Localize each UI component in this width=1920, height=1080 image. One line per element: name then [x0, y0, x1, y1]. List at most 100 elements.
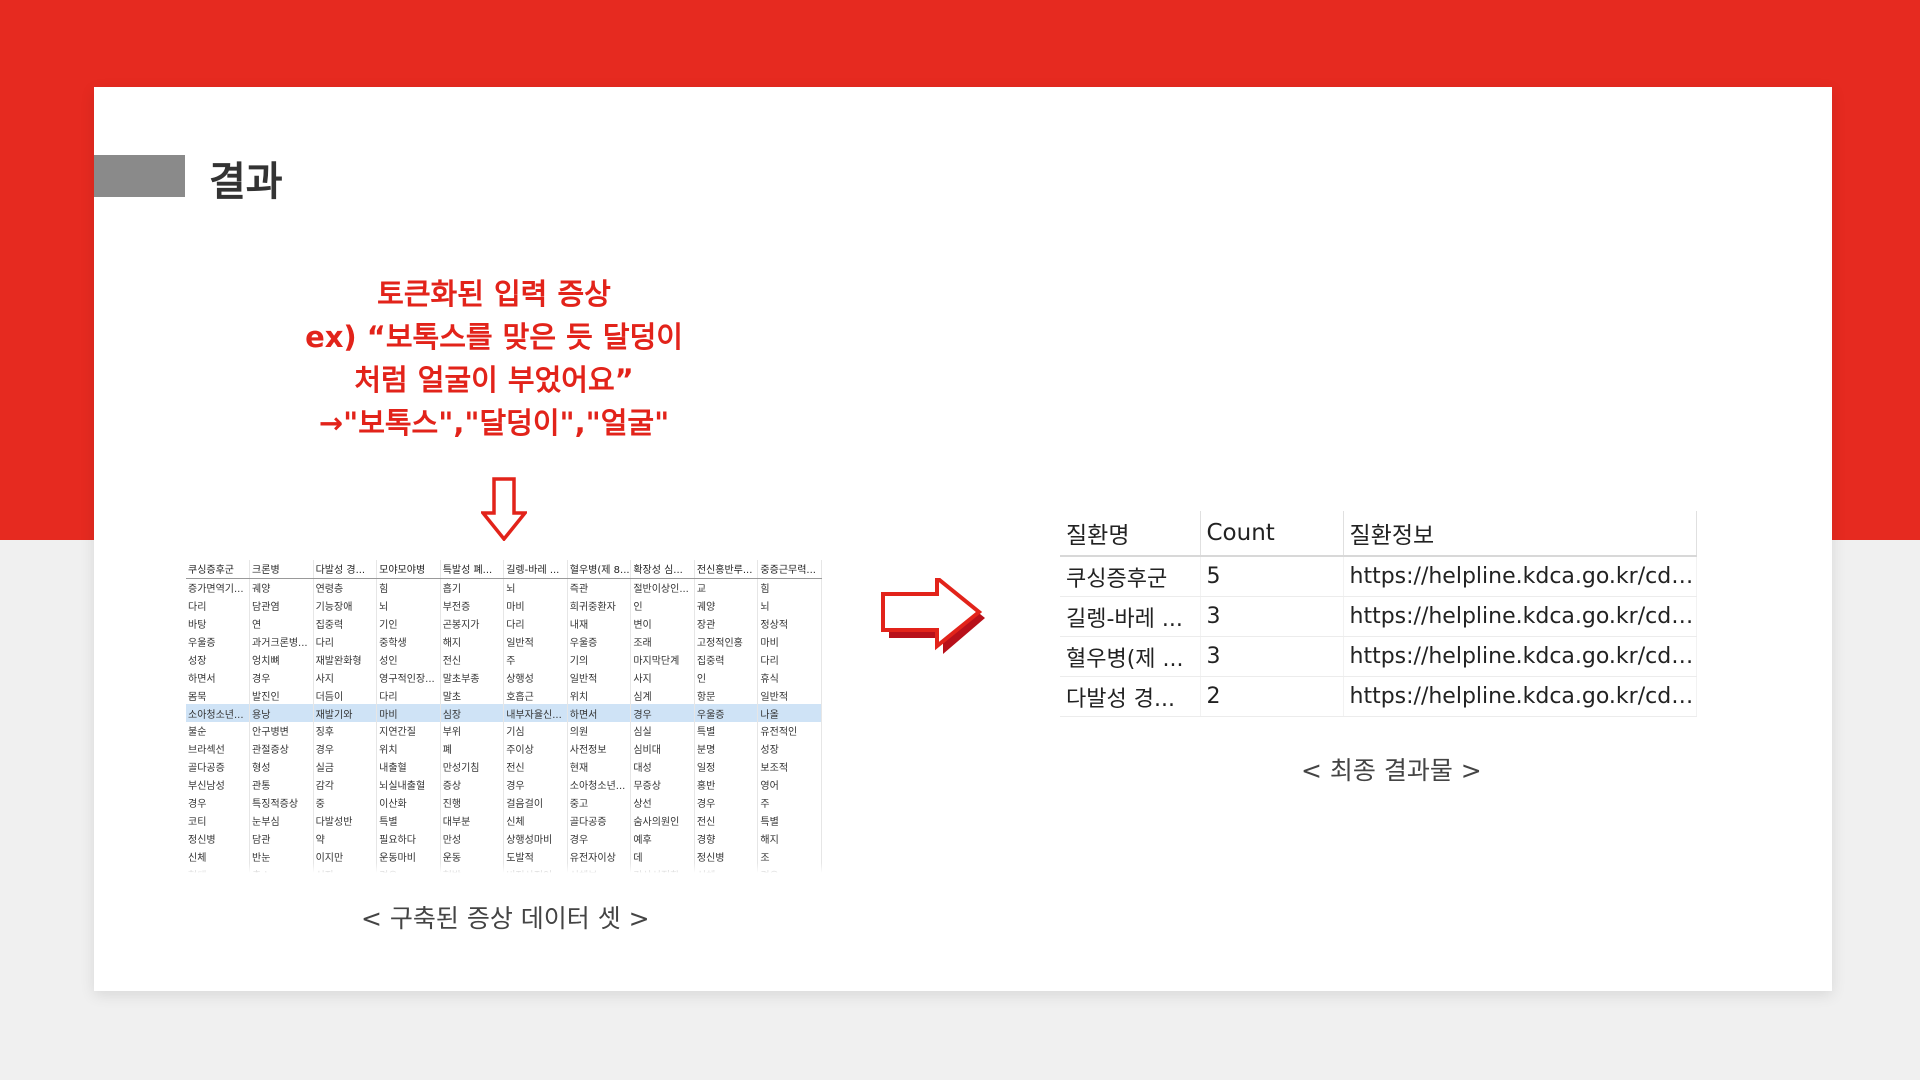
dataset-cell: 유전적인 [757, 722, 822, 740]
dataset-cell: 홍반 [694, 775, 759, 794]
dataset-cell: 과거크론병... [249, 632, 314, 651]
dataset-cell: 경향 [694, 829, 759, 848]
dataset-cell: 전신 [694, 811, 759, 830]
dataset-cell: 위치 [567, 686, 632, 705]
dataset-cell: 심계 [630, 686, 695, 705]
dataset-cell: 부신남성 [186, 775, 251, 794]
dataset-cell: 힘 [376, 578, 441, 597]
dataset-cell: 뇌 [503, 578, 568, 597]
dataset-cell: 바탕 [186, 614, 251, 633]
dataset-cell: 중 [313, 793, 378, 812]
dataset-cell: 마지막단계 [630, 650, 695, 669]
dataset-cell: 특별 [376, 811, 441, 830]
slide-card: 결과 토큰화된 입력 증상 ex) “보톡스를 맞은 듯 달덩이 처럼 얼굴이 … [94, 87, 1832, 991]
dataset-cell: 뇌 [757, 596, 822, 615]
dataset-cell: 보조적 [757, 757, 822, 776]
dataset-cell: 관절증상 [249, 739, 314, 758]
dataset-cell: 대성 [630, 757, 695, 776]
dataset-cell: 대부분 [440, 811, 505, 830]
dataset-row: 부신남성 관통 감각 뇌실내출혈 증상 경우 소아청소년... 무증상 홍반 영어 [186, 775, 822, 794]
dataset-cell: 현재 [567, 757, 632, 776]
dataset-fade [186, 863, 822, 873]
disease-info-link[interactable]: https://helpline.kdca.go.kr/cdchel.. [1343, 636, 1697, 677]
disease-info-link[interactable]: https://helpline.kdca.go.kr/cdchel.. [1343, 596, 1697, 637]
dataset-cell: 이산화 [376, 793, 441, 812]
dataset-cell: 우울증 [694, 704, 759, 723]
dataset-cell: 관통 [249, 775, 314, 794]
dataset-cell: 하면서 [567, 704, 632, 723]
dataset-row: 불순 안구병변 징후 지연간질 부위 기심 의원 심실 특별 유전적인 [186, 722, 822, 740]
dataset-cell: 주이상 [503, 739, 568, 758]
dataset-cell: 연 [249, 614, 314, 633]
symptom-dataset-table: 쿠싱증후군 크론병 다발성 경... 모야모야병 특발성 폐... 길렝-바레 ... 혈우… [186, 560, 822, 873]
dataset-cell: 일반적 [757, 686, 822, 705]
dataset-cell: 주 [503, 650, 568, 669]
dataset-cell: 호흡근 [503, 686, 568, 705]
dataset-cell: 눈부심 [249, 811, 314, 830]
final-result-table: 질환명 Count 질환정보 쿠싱증후군 5 https://helpline.kdca… [1060, 511, 1697, 717]
dataset-cell: 말초부종 [440, 668, 505, 687]
dataset-cell: 브라섹선 [186, 739, 251, 758]
dataset-cell: 상행성 [503, 668, 568, 687]
dataset-cell: 부위 [440, 722, 505, 740]
dataset-cell: 고정적인홍 [694, 632, 759, 651]
dataset-cell: 뇌 [376, 596, 441, 615]
dataset-cell: 지연간질 [376, 722, 441, 740]
result-header-cell: Count [1200, 511, 1344, 557]
dataset-cell: 경우 [313, 739, 378, 758]
dataset-cell: 소아청소년... [186, 704, 251, 723]
dataset-cell: 정신병 [186, 829, 251, 848]
dataset-cell: 골다공증 [567, 811, 632, 830]
result-caption: < 최종 결과물 > [1301, 756, 1482, 785]
dataset-cell: 담관염 [249, 596, 314, 615]
dataset-cell: 경우 [186, 793, 251, 812]
disease-name-cell: 길렝-바레 ... [1060, 596, 1201, 637]
dataset-cell: 집중력 [694, 650, 759, 669]
disease-info-link[interactable]: https://helpline.kdca.go.kr/cdchel.. [1343, 556, 1697, 597]
dataset-cell: 폐 [440, 739, 505, 758]
dataset-cell: 인 [630, 596, 695, 615]
dataset-cell: 발진인 [249, 686, 314, 705]
result-row: 쿠싱증후군 5 https://helpline.kdca.go.kr/cdchel… [1060, 556, 1697, 597]
dataset-cell: 위치 [376, 739, 441, 758]
dataset-cell: 다리 [757, 650, 822, 669]
dataset-cell: 기인 [376, 614, 441, 633]
dataset-cell: 해지 [757, 829, 822, 848]
dataset-cell: 궤양 [249, 578, 314, 597]
dataset-cell: 담관 [249, 829, 314, 848]
dataset-cell: 즉관 [567, 578, 632, 597]
dataset-cell: 안구병변 [249, 722, 314, 740]
dataset-cell: 곤봉지가 [440, 614, 505, 633]
dataset-cell: 부전증 [440, 596, 505, 615]
dataset-cell: 다리 [376, 686, 441, 705]
dataset-cell: 소아청소년... [567, 775, 632, 794]
dataset-cell: 상선 [630, 793, 695, 812]
dataset-header-cell: 길렝-바레 ... [503, 560, 568, 579]
dataset-row: 우울증 과거크론병... 다리 중학생 해지 일반적 우울증 조래 고정적인홍 마비 [186, 632, 822, 651]
dataset-cell: 중고 [567, 793, 632, 812]
dataset-cell: 사지 [630, 668, 695, 687]
dataset-cell: 나올 [757, 704, 822, 723]
dataset-cell: 하면서 [186, 668, 251, 687]
dataset-cell: 인 [694, 668, 759, 687]
dataset-cell: 기의 [567, 650, 632, 669]
dataset-caption: < 구축된 증상 데이터 셋 > [361, 904, 650, 933]
slide-title: 결과 [209, 159, 283, 205]
dataset-cell: 중학생 [376, 632, 441, 651]
dataset-header-cell: 특발성 폐... [440, 560, 505, 579]
dataset-row: 소아청소년... 용낭 재발기와 마비 심장 내부자율신... 하면서 경우 우울증 나올 [186, 704, 822, 723]
result-header-cell: 질환명 [1060, 511, 1201, 557]
dataset-cell: 예후 [630, 829, 695, 848]
dataset-cell: 특징적증상 [249, 793, 314, 812]
dataset-cell: 상행성마비 [503, 829, 568, 848]
dataset-header-cell: 전신홍반루... [694, 560, 759, 579]
disease-name-cell: 혈우병(제 ... [1060, 636, 1201, 677]
dataset-cell: 기능장애 [313, 596, 378, 615]
dataset-cell: 사전정보 [567, 739, 632, 758]
dataset-cell: 다발성반 [313, 811, 378, 830]
disease-name-cell: 다발성 경... [1060, 676, 1201, 717]
disease-info-link[interactable]: https://helpline.kdca.go.kr/cdchel.. [1343, 676, 1697, 717]
dataset-cell: 우울증 [567, 632, 632, 651]
dataset-cell: 신체 [503, 811, 568, 830]
result-row: 길렝-바레 ... 3 https://helpline.kdca.go.kr/cd… [1060, 596, 1697, 637]
